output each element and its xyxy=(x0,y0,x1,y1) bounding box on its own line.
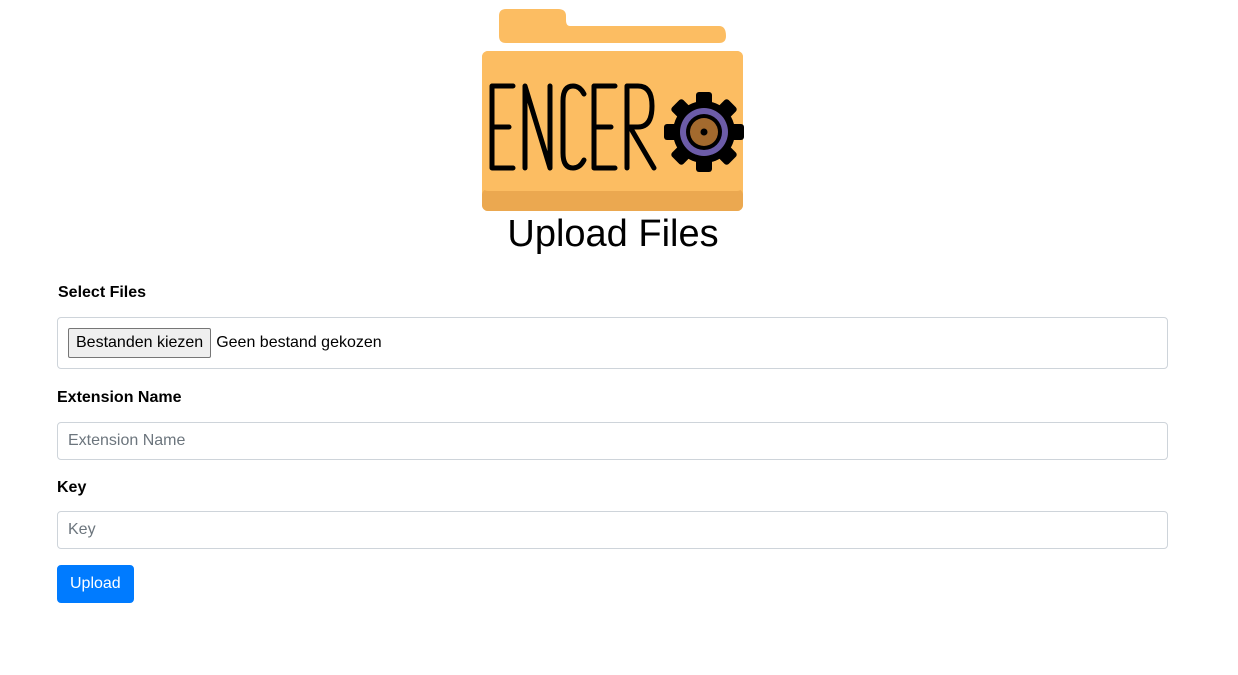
file-input[interactable]: Bestanden kiezen Geen bestand gekozen xyxy=(57,317,1168,369)
encero-logo xyxy=(480,6,746,214)
key-label: Key xyxy=(57,479,87,496)
page-title: Upload Files xyxy=(507,213,719,255)
key-input[interactable] xyxy=(57,511,1168,549)
select-files-label: Select Files xyxy=(58,284,147,301)
extension-name-label: Extension Name xyxy=(57,389,182,406)
file-status-text: Geen bestand gekozen xyxy=(216,334,382,351)
upload-button[interactable]: Upload xyxy=(57,565,134,603)
upload-form: Select Files Bestanden kiezen Geen besta… xyxy=(57,283,1168,603)
upload-page: Upload Files Select Files Bestanden kiez… xyxy=(0,0,1238,675)
choose-files-button[interactable]: Bestanden kiezen xyxy=(68,328,212,358)
extension-name-input[interactable] xyxy=(57,422,1168,460)
folder-gear-logo-icon xyxy=(482,9,744,211)
